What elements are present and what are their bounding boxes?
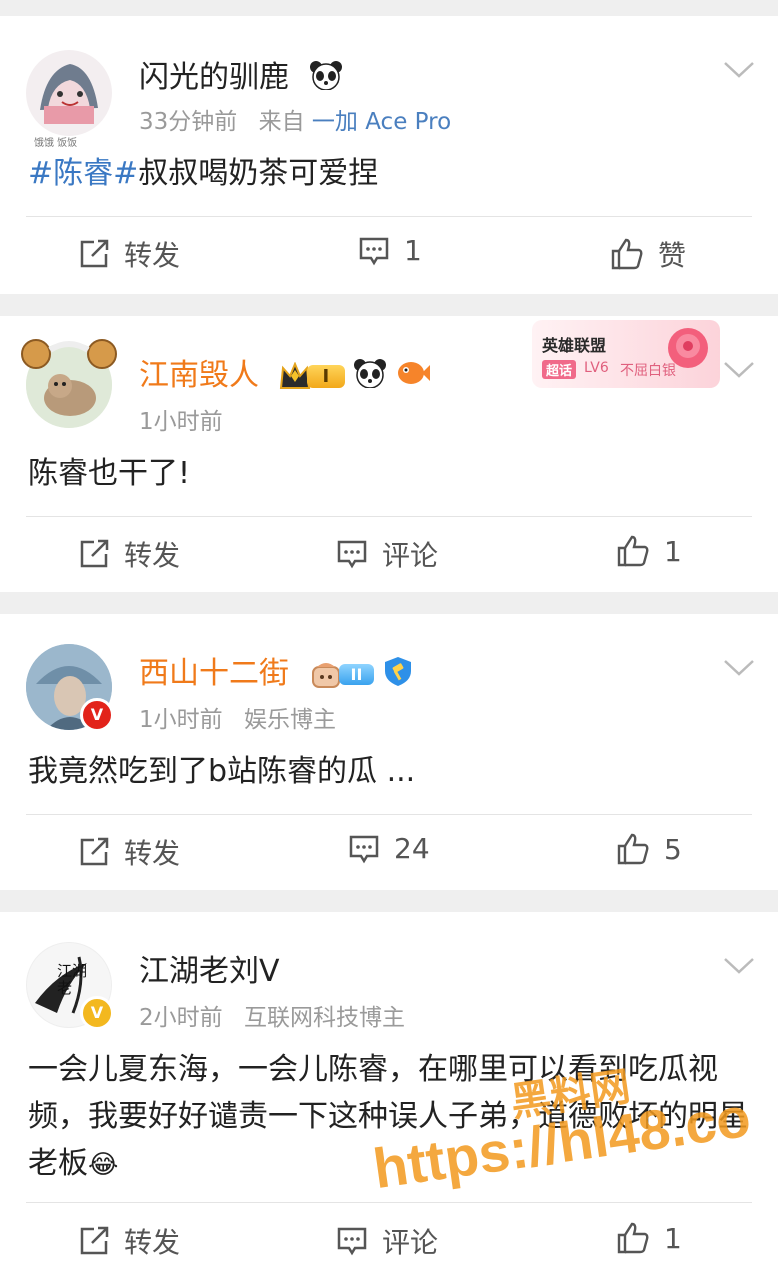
post-meta: 1小时前 娱乐博主 [139, 700, 336, 734]
post-card: V 西山十二街 II 1小时前 娱乐博主 我竟然吃到了b站陈睿的瓜 ... 转发… [0, 614, 778, 890]
chevron-down-icon[interactable] [722, 658, 756, 678]
post-card: 江南毁人 I 1小时前 英雄联盟 超话 LV6 不屈白银 陈睿也干了! 转发 评… [0, 316, 778, 592]
repost-button[interactable]: 转发 [78, 832, 180, 872]
user-role: 互联网科技博主 [243, 1005, 405, 1031]
like-count: 1 [664, 1221, 682, 1255]
post-text: 陈睿也干了! [28, 456, 191, 491]
post-meta: 1小时前 [139, 402, 223, 436]
divider [26, 516, 752, 517]
username-text[interactable]: 闪光的驯鹿 [139, 60, 289, 95]
chevron-down-icon[interactable] [722, 60, 756, 80]
source-prefix: 来自 [258, 109, 305, 135]
like-button[interactable]: 1 [616, 534, 682, 568]
repost-icon [80, 539, 109, 568]
comment-button[interactable]: 1 [358, 234, 422, 267]
post-meta: 33分钟前 来自 一加 Ace Pro [139, 102, 451, 136]
rose-icon [668, 328, 708, 368]
post-card: 饿饿 饭饭 闪光的驯鹿 33分钟前 来自 一加 Ace Pro #陈睿#叔叔喝奶… [0, 16, 778, 294]
like-count: 5 [664, 832, 682, 866]
thumbs-up-icon [617, 535, 649, 567]
like-button[interactable]: 1 [616, 1221, 682, 1255]
source-device[interactable]: 一加 Ace Pro [312, 109, 451, 135]
post-meta: 2小时前 互联网科技博主 [139, 998, 405, 1032]
divider [26, 216, 752, 217]
post-text: 我竟然吃到了b站陈睿的瓜 ... [28, 754, 416, 789]
hammer-shield-icon [382, 655, 414, 695]
repost-label: 转发 [124, 1226, 181, 1259]
like-label: 赞 [658, 239, 687, 272]
comment-button[interactable]: 24 [348, 832, 430, 865]
level-badge: II [309, 659, 375, 691]
chevron-down-icon[interactable] [722, 360, 756, 380]
topic-link[interactable]: #陈睿# [28, 156, 138, 191]
avatar[interactable] [21, 339, 117, 428]
divider [26, 1202, 752, 1203]
repost-button[interactable]: 转发 [78, 534, 180, 574]
fish-icon [395, 359, 431, 395]
avatar[interactable]: 江湖老 V [26, 942, 114, 1030]
thumbs-up-icon [611, 238, 643, 270]
verified-badge: V [80, 698, 114, 732]
level-badge-text: II [338, 664, 375, 685]
comment-label: 评论 [382, 539, 439, 572]
like-button[interactable]: 赞 [610, 234, 686, 274]
like-button[interactable]: 5 [616, 832, 682, 866]
comment-button[interactable]: 评论 [336, 534, 438, 574]
comment-count: 1 [404, 234, 422, 267]
avatar-frame-icon [21, 339, 117, 369]
super-topic-badge[interactable]: 英雄联盟 超话 LV6 不屈白银 [532, 320, 720, 388]
post-time: 1小时前 [139, 409, 223, 435]
username[interactable]: 闪光的驯鹿 [139, 52, 343, 98]
super-topic-level: LV6 [584, 360, 609, 376]
like-count: 1 [664, 534, 682, 568]
comment-icon [349, 835, 379, 863]
verified-badge: V [80, 996, 114, 1030]
comment-label: 评论 [382, 1226, 439, 1259]
super-topic-title: 英雄联盟 [542, 336, 607, 355]
divider [26, 814, 752, 815]
comment-button[interactable]: 评论 [336, 1221, 438, 1261]
avatar-caption: 江湖老 [57, 962, 88, 997]
repost-button[interactable]: 转发 [78, 1221, 180, 1261]
post-time: 2小时前 [139, 1005, 223, 1031]
user-role: 娱乐博主 [243, 707, 336, 733]
repost-label: 转发 [124, 539, 181, 572]
post-body: 叔叔喝奶茶可爱捏 [138, 156, 379, 191]
panda-icon [353, 358, 387, 396]
username[interactable]: 江南毁人 I [139, 350, 431, 396]
repost-icon [80, 239, 109, 268]
comment-icon [337, 1227, 367, 1256]
username[interactable]: 江湖老刘V [139, 946, 280, 990]
thumbs-up-icon [617, 1222, 649, 1254]
avatar[interactable]: 饿饿 饭饭 [26, 50, 112, 149]
comment-icon [337, 540, 367, 569]
repost-label: 转发 [124, 239, 181, 272]
super-topic-tag: 超话 [542, 360, 577, 379]
chevron-down-icon[interactable] [722, 956, 756, 976]
level-badge-text: I [306, 365, 346, 388]
username-text[interactable]: 江湖老刘V [139, 954, 280, 989]
avatar-caption: 饿饿 饭饭 [34, 138, 78, 149]
post-time: 33分钟前 [139, 109, 238, 135]
repost-icon [80, 837, 109, 866]
post-time: 1小时前 [139, 707, 223, 733]
panda-icon [309, 60, 343, 98]
avatar[interactable]: V [26, 644, 114, 732]
repost-button[interactable]: 转发 [78, 234, 180, 274]
username-text[interactable]: 西山十二街 [139, 656, 289, 691]
username[interactable]: 西山十二街 II [139, 648, 414, 695]
comment-icon [359, 237, 389, 265]
crown-level-badge: I [279, 361, 346, 392]
thumbs-up-icon [617, 833, 649, 865]
username-text[interactable]: 江南毁人 [139, 358, 259, 393]
comment-count: 24 [394, 832, 430, 865]
repost-label: 转发 [124, 837, 181, 870]
laughing-crying-emoji: 😂 [88, 1150, 119, 1180]
repost-icon [80, 1226, 109, 1255]
post-text: #陈睿#叔叔喝奶茶可爱捏 [28, 150, 748, 197]
